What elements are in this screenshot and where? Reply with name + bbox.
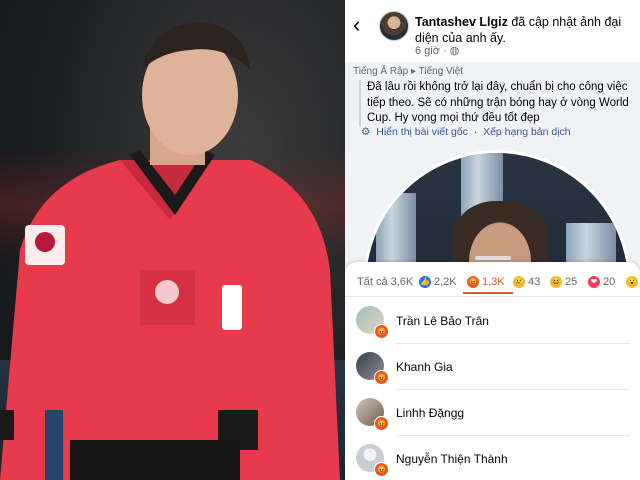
angry-icon: 😡	[374, 324, 389, 339]
list-item[interactable]: 😡 Nguyễn Thiện Thành	[345, 436, 640, 480]
rate-translation-link[interactable]: Xếp hạng bản dịch	[483, 126, 571, 138]
active-tab-indicator	[463, 292, 513, 294]
translation-actions: ⚙ Hiển thị bài viết gốc · Xếp hạng bản d…	[361, 126, 571, 138]
back-icon[interactable]: ‹	[353, 14, 360, 36]
reactions-sheet: Tất cả 3,6K 👍 2,2K 😡 1,3K 😢 43 😆 25 ❤ 20	[345, 256, 640, 480]
referee-figure	[0, 22, 340, 480]
wow-icon: 😮	[626, 276, 638, 288]
user-name: Nguyễn Thiện Thành	[396, 452, 508, 466]
tab-like[interactable]: 👍 2,2K	[419, 276, 457, 288]
tab-sad[interactable]: 😢 43	[513, 276, 540, 288]
facebook-post-panel: ‹ Tantashev Llgiz đã cập nhật ảnh đại di…	[345, 0, 640, 480]
angry-icon: 😡	[374, 462, 389, 477]
gear-icon: ⚙	[361, 126, 371, 138]
show-original-link[interactable]: Hiển thị bài viết gốc	[376, 126, 468, 138]
tab-all-label: Tất cả 3,6K	[357, 276, 414, 288]
tab-love-count: 20	[603, 276, 616, 288]
tab-sad-count: 43	[528, 276, 541, 288]
tab-angry-count: 1,3K	[482, 276, 505, 288]
tab-all[interactable]: Tất cả 3,6K	[357, 276, 413, 288]
list-item[interactable]: 😡 Trần Lê Bảo Trân	[345, 298, 640, 344]
angry-icon: 😡	[374, 416, 389, 431]
tab-like-count: 2,2K	[434, 276, 457, 288]
post-body: Đã lâu rồi không trở lại đây, chuẩn bị c…	[359, 80, 640, 127]
tab-more[interactable]: 😮	[626, 276, 638, 288]
list-item[interactable]: 😡 Linhh Đặngg	[345, 390, 640, 436]
list-item[interactable]: 😡 Khanh Gia	[345, 344, 640, 390]
user-name: Linhh Đặngg	[396, 406, 465, 420]
like-icon: 👍	[419, 276, 431, 288]
tab-love[interactable]: ❤ 20	[588, 276, 615, 288]
angry-icon: 😡	[374, 370, 389, 385]
author-avatar[interactable]	[379, 11, 409, 41]
sheet-drag-handle[interactable]	[475, 256, 511, 260]
referee-photo	[0, 0, 345, 480]
tab-angry[interactable]: 😡 1,3K	[467, 276, 505, 288]
love-icon: ❤	[588, 276, 600, 288]
author-name[interactable]: Tantashev Llgiz	[415, 15, 508, 29]
translation-languages: Tiếng Ả Rập ▸ Tiếng Việt	[353, 66, 464, 77]
sad-icon: 😢	[513, 276, 525, 288]
angry-icon: 😡	[467, 276, 479, 288]
user-name: Khanh Gia	[396, 360, 453, 374]
tab-haha-count: 25	[565, 276, 578, 288]
haha-icon: 😆	[550, 276, 562, 288]
post-header: ‹ Tantashev Llgiz đã cập nhật ảnh đại di…	[345, 0, 640, 62]
user-name: Trần Lê Bảo Trân	[396, 314, 489, 328]
post-timestamp[interactable]: 6 giờ · ◍	[415, 44, 459, 57]
tab-haha[interactable]: 😆 25	[550, 276, 577, 288]
post-headline: Tantashev Llgiz đã cập nhật ảnh đại diện…	[415, 14, 633, 46]
